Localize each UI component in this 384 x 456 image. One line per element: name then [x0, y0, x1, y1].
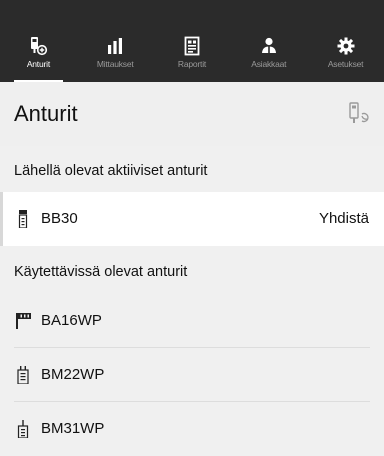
report-icon — [184, 36, 200, 56]
customers-icon — [261, 37, 276, 53]
tab-bar: Anturit Mittaukset Raportit Asiakkaat As… — [0, 28, 384, 82]
sensor-refresh-icon[interactable] — [348, 102, 370, 126]
tab-label: Asiakkaat — [251, 59, 287, 69]
page-title: Anturit — [14, 101, 78, 126]
tab-asiakkaat[interactable]: Asiakkaat — [230, 28, 307, 82]
sensor-row-bm31wp[interactable]: BM31WP — [0, 402, 384, 456]
probe-icon — [18, 210, 28, 228]
row-selection-marker — [0, 192, 3, 246]
tab-label: Raportit — [177, 59, 207, 69]
sensor-name: BM31WP — [41, 420, 105, 437]
bm31-probe-icon — [17, 420, 29, 438]
section-title: Käytettävissä olevat anturit — [14, 264, 188, 280]
ba-probe-icon — [16, 313, 31, 329]
sensor-name: BM22WP — [41, 366, 105, 383]
tab-label: Mittaukset — [96, 59, 134, 69]
bar-chart-icon — [108, 38, 123, 54]
tab-asetukset[interactable]: Asetukset — [307, 28, 384, 82]
available-sensors-header: Käytettävissä olevat anturit — [0, 246, 384, 294]
top-navigation-bar: Anturit Mittaukset Raportit Asiakkaat As… — [0, 0, 384, 82]
bm22-probe-icon — [17, 366, 29, 384]
tab-anturit[interactable]: Anturit — [0, 28, 77, 82]
gear-icon — [337, 37, 355, 55]
tab-raportit[interactable]: Raportit — [154, 28, 231, 82]
section-title: Lähellä olevat aktiiviset anturit — [14, 163, 208, 179]
page-header: Anturit — [0, 82, 384, 146]
tab-label: Asetukset — [327, 59, 364, 69]
tab-label: Anturit — [26, 59, 50, 69]
sensor-icon — [31, 37, 48, 56]
sensor-name: BB30 — [41, 210, 78, 227]
nearby-sensors-header: Lähellä olevat aktiiviset anturit — [0, 146, 384, 192]
sensor-row-bm22wp[interactable]: BM22WP — [0, 348, 384, 402]
connect-button[interactable]: Yhdistä — [319, 210, 369, 227]
sensor-row-bb30[interactable]: BB30 Yhdistä — [0, 192, 384, 246]
sensor-row-ba16wp[interactable]: BA16WP — [0, 294, 384, 348]
sensor-name: BA16WP — [41, 312, 102, 329]
tab-mittaukset[interactable]: Mittaukset — [77, 28, 154, 82]
